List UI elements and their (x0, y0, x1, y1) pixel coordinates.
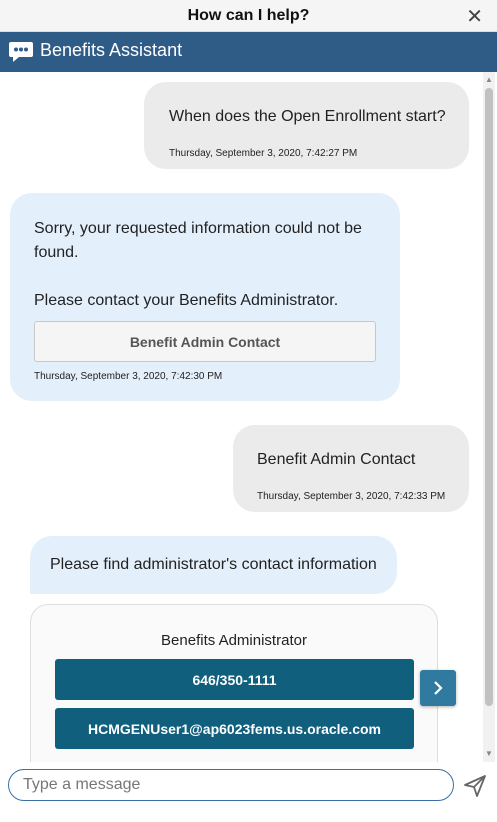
chat-bubble-icon (9, 42, 33, 62)
scrollbar[interactable]: ▲ ▼ (483, 72, 495, 762)
phone-button[interactable]: 646/350-1111 (55, 659, 414, 700)
scroll-up-icon[interactable]: ▲ (483, 74, 495, 86)
bot-message: Sorry, your requested information could … (10, 193, 400, 401)
message-timestamp: Thursday, September 3, 2020, 7:42:30 PM (34, 371, 223, 382)
user-message: Benefit Admin Contact Thursday, Septembe… (233, 425, 469, 512)
header-title: Benefits Assistant (40, 40, 183, 60)
message-text-secondary: Please contact your Benefits Administrat… (34, 292, 339, 309)
message-timestamp: Thursday, September 3, 2020, 7:42:33 PM (257, 491, 446, 502)
send-icon[interactable] (462, 773, 488, 799)
contact-card: Benefits Administrator 646/350-1111 HCMG… (30, 604, 438, 762)
user-message: When does the Open Enrollment start? Thu… (144, 82, 469, 169)
message-text: When does the Open Enrollment start? (169, 108, 446, 125)
email-button[interactable]: HCMGENUser1@ap6023fems.us.oracle.com (55, 708, 414, 749)
bot-message: Please find administrator's contact info… (30, 536, 397, 594)
message-timestamp: Thursday, September 3, 2020, 7:42:27 PM (169, 148, 358, 159)
message-text: Sorry, your requested information could … (34, 220, 362, 261)
dialog-title-bar: How can I help? ✕ (0, 0, 497, 32)
card-title: Benefits Administrator (161, 632, 307, 649)
close-icon[interactable]: ✕ (466, 4, 483, 29)
scrollbar-thumb[interactable] (485, 88, 493, 706)
chevron-right-icon (434, 681, 443, 695)
message-input-container (8, 769, 454, 801)
message-text: Please find administrator's contact info… (50, 556, 377, 573)
message-text: Benefit Admin Contact (257, 451, 416, 468)
carousel-next-button[interactable] (420, 670, 456, 706)
message-input[interactable] (23, 775, 443, 795)
benefit-admin-contact-button[interactable]: Benefit Admin Contact (34, 321, 376, 362)
scroll-down-icon[interactable]: ▼ (483, 748, 495, 760)
dialog-title: How can I help? (187, 7, 310, 24)
conversation-area[interactable]: When does the Open Enrollment start? Thu… (0, 72, 497, 762)
chat-header: Benefits Assistant (0, 32, 497, 72)
